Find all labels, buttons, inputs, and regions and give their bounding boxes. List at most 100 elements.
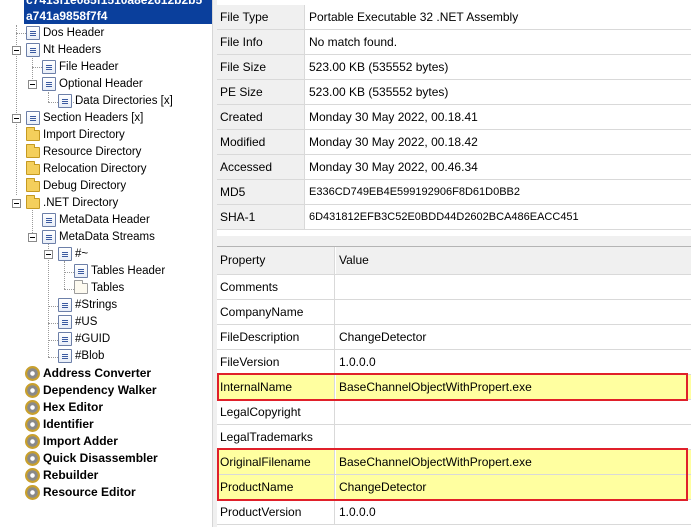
tree-item-label: #Strings	[75, 299, 118, 311]
collapse-toggle-icon[interactable]	[12, 114, 21, 123]
gear-icon	[25, 400, 40, 415]
tree-item-label: Optional Header	[59, 78, 143, 90]
document-icon	[42, 230, 56, 244]
tree-item-blob[interactable]: #Blob	[0, 348, 212, 365]
tree-item-label: Section Headers [x]	[43, 112, 144, 124]
tree-item-file-header[interactable]: File Header	[0, 59, 212, 76]
info-value: 6D431812EFB3C52E0BDD44D2602BCA486EACC451	[309, 211, 579, 223]
tree-item-label: #US	[75, 316, 98, 328]
info-row-file-size[interactable]: File Size 523.00 KB (535552 bytes)	[217, 55, 691, 80]
property-name: FileVersion	[217, 350, 335, 374]
tree-item-label: Debug Directory	[43, 180, 127, 192]
info-key: Created	[217, 105, 305, 129]
selected-file-name-line-2[interactable]: a741a9858f7f4	[26, 8, 107, 25]
info-row-modified[interactable]: Modified Monday 30 May 2022, 00.18.42	[217, 130, 691, 155]
tool-label: Resource Editor	[43, 485, 136, 499]
collapse-toggle-icon[interactable]	[44, 250, 53, 259]
tool-quick-disassembler[interactable]: Quick Disassembler	[0, 450, 212, 467]
tree-item-optional-header[interactable]: Optional Header	[0, 76, 212, 93]
tree-item-data-directories[interactable]: Data Directories [x]	[0, 93, 212, 110]
tree-item-label: #GUID	[75, 333, 111, 345]
tree-item-nt-headers[interactable]: Nt Headers	[0, 42, 212, 59]
tree-item-us[interactable]: #US	[0, 314, 212, 331]
tree-item-label: Dos Header	[43, 27, 105, 39]
horizontal-splitter[interactable]	[217, 236, 691, 247]
property-row-internalname[interactable]: InternalName BaseChannelObjectWithProper…	[217, 375, 691, 400]
info-row-file-type[interactable]: File Type Portable Executable 32 .NET As…	[217, 5, 691, 30]
tree-item-debug-directory[interactable]: Debug Directory	[0, 178, 212, 195]
info-key: File Size	[217, 55, 305, 79]
property-name: CompanyName	[217, 300, 335, 324]
property-name: FileDescription	[217, 325, 335, 349]
property-row-legaltrademarks[interactable]: LegalTrademarks	[217, 425, 691, 450]
property-row-fileversion[interactable]: FileVersion 1.0.0.0	[217, 350, 691, 375]
tree-item-tables[interactable]: Tables	[0, 280, 212, 297]
tool-rebuilder[interactable]: Rebuilder	[0, 467, 212, 484]
tree-item-label: #~	[75, 248, 89, 260]
tree-item-metadata-header[interactable]: MetaData Header	[0, 212, 212, 229]
collapse-toggle-icon[interactable]	[28, 80, 37, 89]
info-row-md5[interactable]: MD5 E336CD749EB4E599192906F8D61D0BB2	[217, 180, 691, 205]
tool-identifier[interactable]: Identifier	[0, 416, 212, 433]
info-row-file-info[interactable]: File Info No match found.	[217, 30, 691, 55]
tool-resource-editor[interactable]: Resource Editor	[0, 484, 212, 501]
info-key: File Type	[217, 5, 305, 29]
info-key: MD5	[217, 180, 305, 204]
property-name: LegalTrademarks	[217, 425, 335, 449]
empty-folder-icon	[74, 280, 88, 294]
property-name: LegalCopyright	[217, 400, 335, 424]
tree-item-tables-header[interactable]: Tables Header	[0, 263, 212, 280]
gear-icon	[25, 366, 40, 381]
document-icon	[58, 94, 72, 108]
tree-item-import-directory[interactable]: Import Directory	[0, 127, 212, 144]
property-row-companyname[interactable]: CompanyName	[217, 300, 691, 325]
tool-label: Identifier	[43, 417, 94, 431]
tool-label: Rebuilder	[43, 468, 99, 482]
property-row-comments[interactable]: Comments	[217, 275, 691, 300]
info-key: Accessed	[217, 155, 305, 179]
gear-icon	[25, 451, 40, 466]
tool-hex-editor[interactable]: Hex Editor	[0, 399, 212, 416]
property-name: OriginalFilename	[217, 450, 335, 474]
property-row-originalfilename[interactable]: OriginalFilename BaseChannelObjectWithPr…	[217, 450, 691, 475]
tree-item-net-directory[interactable]: .NET Directory	[0, 195, 212, 212]
tool-dependency-walker[interactable]: Dependency Walker	[0, 382, 212, 399]
info-row-pe-size[interactable]: PE Size 523.00 KB (535552 bytes)	[217, 80, 691, 105]
tree-item-label: Data Directories [x]	[75, 95, 173, 107]
version-properties-table: Property Value Comments CompanyName File…	[217, 247, 691, 527]
property-row-productversion[interactable]: ProductVersion 1.0.0.0	[217, 500, 691, 525]
property-row-filedescription[interactable]: FileDescription ChangeDetector	[217, 325, 691, 350]
property-value: ChangeDetector	[339, 330, 427, 344]
property-row-productname[interactable]: ProductName ChangeDetector	[217, 475, 691, 500]
tree-item-stream-tilde[interactable]: #~	[0, 246, 212, 263]
tree-item-label: Nt Headers	[43, 44, 102, 56]
tree-panel[interactable]: c7413f1e085f1510a8e2612b2b5 a741a9858f7f…	[0, 0, 212, 527]
property-row-legalcopyright[interactable]: LegalCopyright	[217, 400, 691, 425]
tree-item-section-headers[interactable]: Section Headers [x]	[0, 110, 212, 127]
column-header-value[interactable]: Value	[336, 247, 691, 274]
collapse-toggle-icon[interactable]	[28, 233, 37, 242]
tree-item-guid[interactable]: #GUID	[0, 331, 212, 348]
document-icon	[74, 264, 88, 278]
tree-item-resource-directory[interactable]: Resource Directory	[0, 144, 212, 161]
folder-icon	[26, 127, 40, 141]
tree-item-relocation-directory[interactable]: Relocation Directory	[0, 161, 212, 178]
tree-item-label: MetaData Streams	[59, 231, 155, 243]
column-header-property[interactable]: Property	[217, 247, 335, 274]
tool-import-adder[interactable]: Import Adder	[0, 433, 212, 450]
info-row-sha1[interactable]: SHA-1 6D431812EFB3C52E0BDD44D2602BCA486E…	[217, 205, 691, 230]
info-row-accessed[interactable]: Accessed Monday 30 May 2022, 00.46.34	[217, 155, 691, 180]
tool-address-converter[interactable]: Address Converter	[0, 365, 212, 382]
info-value: No match found.	[309, 35, 398, 49]
collapse-toggle-icon[interactable]	[12, 46, 21, 55]
document-icon	[26, 111, 40, 125]
info-value: E336CD749EB4E599192906F8D61D0BB2	[309, 186, 520, 198]
tool-label: Dependency Walker	[43, 383, 157, 397]
collapse-toggle-icon[interactable]	[12, 199, 21, 208]
tree-item-dos-header[interactable]: Dos Header	[0, 25, 212, 42]
info-row-created[interactable]: Created Monday 30 May 2022, 00.18.41	[217, 105, 691, 130]
gear-icon	[25, 383, 40, 398]
tree-item-strings[interactable]: #Strings	[0, 297, 212, 314]
tree-item-metadata-streams[interactable]: MetaData Streams	[0, 229, 212, 246]
info-value: Monday 30 May 2022, 00.18.41	[309, 110, 478, 124]
